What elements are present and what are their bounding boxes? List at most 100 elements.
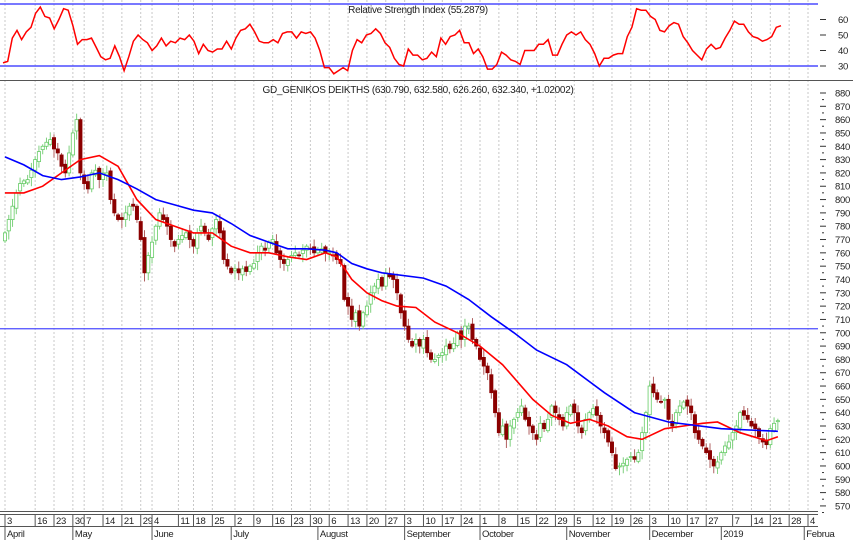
candle-down bbox=[108, 167, 113, 205]
candle-down bbox=[696, 424, 701, 444]
candle-body bbox=[270, 239, 275, 243]
price-panel: GD_GENIKOS DEIKTHS (630.790, 632.580, 62… bbox=[0, 85, 850, 514]
candle-up bbox=[304, 244, 309, 258]
candle-body bbox=[202, 225, 207, 234]
candle-body bbox=[534, 434, 539, 440]
date-label: 5 bbox=[576, 516, 581, 527]
candle-body bbox=[689, 405, 694, 414]
candle-body bbox=[214, 219, 219, 230]
candle-body bbox=[647, 385, 652, 416]
price-tick-label: 760 bbox=[835, 248, 850, 259]
date-label: 19 bbox=[614, 516, 624, 527]
candle-up bbox=[153, 224, 158, 245]
date-label: 14 bbox=[105, 516, 115, 527]
candle-body bbox=[346, 297, 351, 307]
candle-up bbox=[33, 156, 38, 178]
candle-body bbox=[161, 214, 166, 220]
candle-up bbox=[93, 164, 98, 177]
candle-body bbox=[594, 406, 599, 416]
candle-body bbox=[376, 279, 381, 289]
month-label: 2019 bbox=[723, 529, 743, 540]
candle-body bbox=[417, 339, 422, 347]
candle-up bbox=[255, 245, 260, 271]
candle-body bbox=[14, 192, 19, 209]
candle-body bbox=[704, 447, 709, 454]
date-label: 29 bbox=[557, 516, 567, 527]
date-label: 14 bbox=[753, 516, 763, 527]
price-tick-label: 780 bbox=[835, 222, 850, 233]
candle-body bbox=[59, 154, 64, 167]
vertical-gridlines bbox=[4, 0, 809, 511]
candle-body bbox=[451, 343, 456, 350]
candle-up bbox=[251, 258, 256, 271]
candle-up bbox=[180, 228, 185, 243]
candle-down bbox=[417, 337, 422, 354]
candle-up bbox=[259, 242, 264, 261]
candle-body bbox=[447, 343, 452, 350]
price-tick-label: 850 bbox=[835, 128, 850, 139]
candle-body bbox=[395, 279, 400, 294]
candle-up bbox=[10, 198, 15, 227]
candle-body bbox=[429, 352, 434, 360]
month-label: April bbox=[7, 529, 25, 540]
candle-down bbox=[297, 251, 302, 258]
candle-body bbox=[425, 337, 430, 354]
candle-body bbox=[493, 390, 498, 414]
candle-down bbox=[429, 349, 434, 363]
candle-body bbox=[217, 221, 222, 234]
candle-down bbox=[236, 261, 241, 281]
date-label: 3 bbox=[652, 516, 657, 527]
candle-down bbox=[658, 395, 663, 405]
candle-down bbox=[55, 142, 60, 161]
month-label: June bbox=[154, 529, 173, 540]
candle-down bbox=[244, 260, 249, 277]
candle-body bbox=[48, 139, 53, 145]
date-label: 16 bbox=[275, 516, 285, 527]
price-tick-label: 750 bbox=[835, 262, 850, 273]
candle-down bbox=[161, 207, 166, 222]
candle-up bbox=[44, 137, 49, 150]
short-moving-average-line bbox=[5, 154, 779, 442]
candle-body bbox=[74, 119, 79, 132]
month-label: Februa bbox=[806, 529, 835, 540]
candle-up bbox=[662, 397, 667, 409]
date-label: 17 bbox=[444, 516, 454, 527]
candle-body bbox=[527, 416, 532, 427]
candle-body bbox=[244, 266, 249, 272]
candle-body bbox=[406, 325, 411, 340]
candle-body bbox=[391, 274, 396, 280]
candle-down bbox=[613, 447, 618, 471]
date-label: 27 bbox=[708, 516, 718, 527]
date-label: 3 bbox=[7, 516, 12, 527]
candle-down bbox=[225, 253, 230, 270]
candle-down bbox=[131, 198, 136, 211]
candle-up bbox=[376, 273, 381, 295]
candle-body bbox=[530, 425, 535, 434]
candle-body bbox=[651, 383, 656, 394]
candle-body bbox=[259, 245, 264, 254]
price-tick-label: 710 bbox=[835, 315, 850, 326]
candle-body bbox=[36, 151, 41, 162]
candle-down bbox=[496, 408, 501, 436]
candle-up bbox=[21, 178, 26, 187]
candle-body bbox=[640, 432, 645, 452]
candle-body bbox=[485, 365, 490, 374]
candle-body bbox=[432, 358, 437, 362]
candle-up bbox=[775, 418, 780, 430]
month-label: November bbox=[569, 529, 611, 540]
rsi-y-axis: 60 50 40 30 bbox=[820, 15, 848, 73]
candle-up bbox=[89, 169, 94, 193]
candle-down bbox=[406, 318, 411, 343]
candle-body bbox=[677, 405, 682, 414]
candle-down bbox=[447, 340, 452, 354]
candle-down bbox=[357, 304, 362, 331]
candle-down bbox=[609, 437, 614, 456]
candle-up bbox=[444, 338, 449, 361]
candle-body bbox=[142, 237, 147, 274]
candle-body bbox=[195, 232, 200, 249]
candle-body bbox=[707, 450, 712, 460]
price-tick-label: 870 bbox=[835, 102, 850, 113]
candle-body bbox=[587, 412, 592, 420]
candle-down bbox=[206, 228, 211, 242]
candle-body bbox=[248, 265, 253, 272]
